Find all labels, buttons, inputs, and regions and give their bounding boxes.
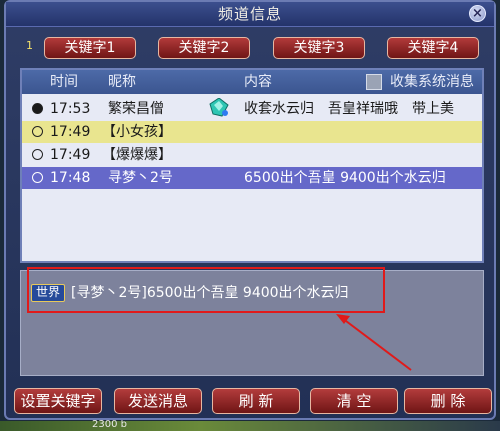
delete-button[interactable]: 删 除	[404, 388, 492, 414]
gem-icon	[209, 98, 229, 117]
window-title: 频道信息	[217, 5, 282, 23]
row-content: 6500出个吾皇 9400出个水云归	[244, 170, 446, 186]
row-radio[interactable]	[32, 172, 43, 183]
channel-info-window: 频道信息 × 1 关键字1 关键字2 关键字3 关键字4 时间 昵称 内容 收集…	[4, 0, 496, 420]
message-row-selected[interactable]: 17:48 寻梦丶2号 6500出个吾皇 9400出个水云归	[22, 167, 482, 189]
background-strip: 2300 b	[0, 419, 500, 431]
message-list-header: 时间 昵称 内容 收集系统消息	[22, 70, 482, 94]
header-content: 内容	[244, 74, 272, 90]
window-titlebar: 频道信息	[6, 2, 494, 27]
row-nickname: 繁荣昌僧	[108, 101, 164, 117]
keyword-4-button[interactable]: 关键字4	[387, 37, 479, 59]
row-nickname: 【小女孩】	[102, 124, 172, 140]
row-time: 17:49	[50, 147, 91, 163]
row-nickname: 寻梦丶2号	[108, 170, 173, 186]
row-time: 17:49	[50, 124, 91, 140]
message-row[interactable]: 17:53 繁荣昌僧 收套水云归 吾皇祥瑞哦 带上美	[22, 98, 482, 120]
message-row[interactable]: 17:49 【爆爆爆】	[22, 144, 482, 166]
header-time: 时间	[50, 74, 78, 90]
keyword-2-button[interactable]: 关键字2	[158, 37, 250, 59]
row-radio[interactable]	[32, 103, 43, 114]
message-list-panel: 时间 昵称 内容 收集系统消息 17:53 繁荣昌僧 收套水云归 吾皇祥瑞哦 带…	[20, 68, 484, 263]
background-text: 2300 b	[92, 419, 127, 430]
row-content: 收套水云归 吾皇祥瑞哦 带上美	[244, 101, 454, 117]
arrow-annotation-icon	[336, 314, 412, 371]
send-message-button[interactable]: 发送消息	[114, 388, 202, 414]
row-radio[interactable]	[32, 149, 43, 160]
set-keyword-button[interactable]: 设置关键字	[14, 388, 102, 414]
row-time: 17:48	[50, 170, 91, 186]
close-icon: ×	[472, 6, 483, 21]
clear-button[interactable]: 清 空	[310, 388, 398, 414]
keyword-1-button[interactable]: 关键字1	[44, 37, 136, 59]
collect-system-checkbox[interactable]	[366, 74, 382, 90]
message-row[interactable]: 17:49 【小女孩】	[22, 121, 482, 143]
keyword-row: 1 关键字1 关键字2 关键字3 关键字4	[6, 35, 494, 61]
row-time: 17:53	[50, 101, 91, 117]
keyword-3-button[interactable]: 关键字3	[273, 37, 365, 59]
world-channel-badge[interactable]: 世界	[31, 284, 66, 302]
header-nickname: 昵称	[108, 74, 136, 90]
keyword-index: 1	[26, 39, 33, 52]
row-nickname: 【爆爆爆】	[102, 147, 172, 163]
refresh-button[interactable]: 刷 新	[212, 388, 300, 414]
close-button[interactable]: ×	[469, 5, 486, 22]
detail-message-text: [寻梦丶2号]6500出个吾皇 9400出个水云归	[71, 285, 349, 301]
header-collect-label: 收集系统消息	[390, 74, 474, 90]
row-radio[interactable]	[32, 126, 43, 137]
